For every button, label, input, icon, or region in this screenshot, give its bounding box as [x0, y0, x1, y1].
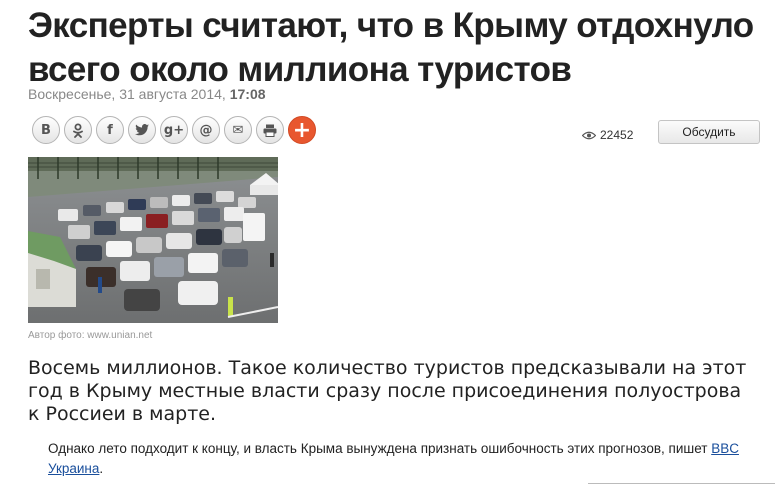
discuss-button[interactable]: Обсудить [658, 120, 760, 144]
odnoklassniki-share-icon[interactable] [64, 116, 92, 144]
article-photo [28, 157, 278, 323]
more-share-icon[interactable]: + [288, 116, 316, 144]
views-counter: 22452 [582, 128, 633, 142]
article-lead: Восемь миллионов. Такое количество турис… [28, 357, 747, 425]
email-share-icon[interactable]: ✉ [224, 116, 252, 144]
article-dateline: Воскресенье, 31 августа 2014, 17:08 [28, 86, 266, 102]
views-count: 22452 [600, 128, 634, 142]
twitter-bird-glyph [134, 124, 149, 136]
print-icon[interactable] [256, 116, 284, 144]
mail-ru-at: @ [199, 122, 213, 138]
printer-glyph [263, 124, 277, 137]
divider [588, 483, 775, 484]
mail-ru-share-icon[interactable]: @ [192, 116, 220, 144]
vk-share-icon[interactable]: В [32, 116, 60, 144]
plus-glyph: + [292, 117, 312, 143]
article-body-paragraph: Однако лето подходит к концу, и власть К… [48, 439, 758, 479]
traffic-jam-photo [28, 157, 278, 323]
photo-caption: Автор фото: www.unian.net [28, 330, 153, 341]
article-time: 17:08 [229, 86, 266, 102]
facebook-letter: f [107, 122, 113, 138]
google-plus-share-icon[interactable]: g+ [160, 116, 188, 144]
article-headline: Эксперты считают, что в Крыму отдохнуло … [28, 6, 754, 89]
google-plus-letters: g+ [163, 122, 185, 138]
share-bar: В f g+ @ ✉ + [32, 116, 316, 144]
article-date: Воскресенье, 31 августа 2014, [28, 86, 226, 102]
envelope-glyph: ✉ [232, 122, 244, 138]
facebook-share-icon[interactable]: f [96, 116, 124, 144]
body-text: Однако лето подходит к концу, и власть К… [48, 441, 712, 456]
twitter-share-icon[interactable] [128, 116, 156, 144]
vk-letter: В [41, 122, 51, 138]
eye-icon [582, 131, 596, 139]
odnoklassniki-glyph [73, 123, 83, 138]
body-suffix: . [99, 461, 104, 476]
